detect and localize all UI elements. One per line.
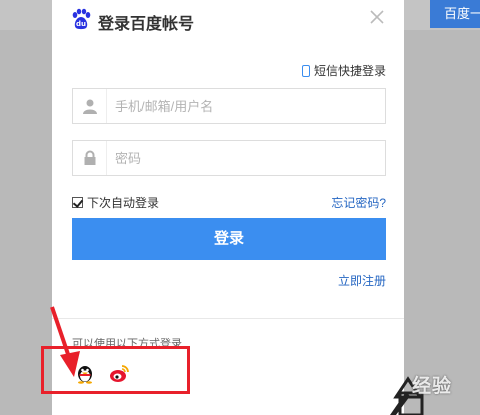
user-icon: [73, 89, 107, 123]
sms-login-label: 短信快捷登录: [313, 64, 386, 78]
close-icon[interactable]: [368, 8, 386, 26]
dialog-title: 登录百度帐号: [98, 16, 195, 33]
login-button[interactable]: 登录: [72, 218, 386, 260]
remember-me[interactable]: 下次自动登录: [72, 194, 159, 211]
dialog-header: du 登录百度帐号: [52, 0, 404, 40]
password-field[interactable]: [72, 140, 386, 176]
baidu-paw-logo-icon: du: [72, 8, 91, 30]
divider: [52, 318, 404, 319]
remember-checkbox[interactable]: [72, 197, 83, 208]
username-input[interactable]: [107, 89, 385, 123]
username-field[interactable]: [72, 88, 386, 124]
background-baidu-button[interactable]: 百度一: [430, 0, 480, 28]
mobile-phone-icon: [301, 64, 310, 77]
red-arrow-annotation: [50, 306, 80, 377]
password-input[interactable]: [107, 141, 385, 175]
remember-label: 下次自动登录: [87, 196, 160, 210]
register-link[interactable]: 立即注册: [338, 272, 386, 289]
svg-text:du: du: [76, 20, 86, 28]
sms-login-link[interactable]: 短信快捷登录: [301, 62, 386, 79]
watermark-text: 经验: [412, 376, 453, 397]
lock-icon: [73, 141, 107, 175]
forgot-password-link[interactable]: 忘记密码?: [331, 194, 386, 211]
